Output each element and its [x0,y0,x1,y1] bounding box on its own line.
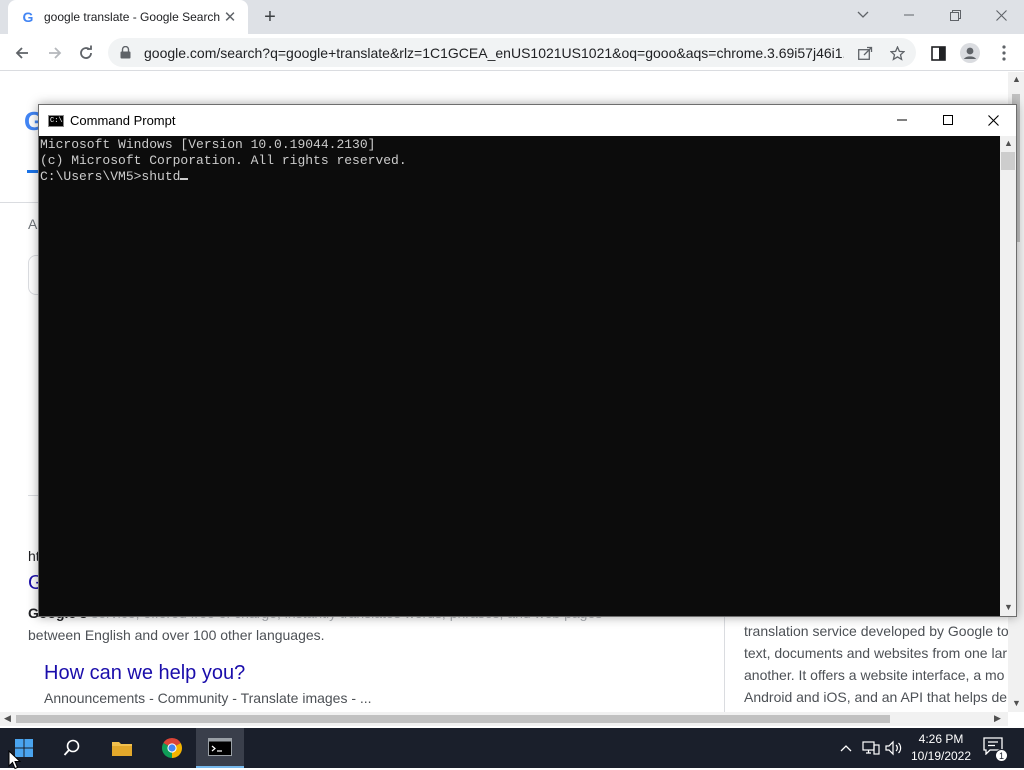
close-icon [987,114,999,126]
console-line: Microsoft Windows [Version 10.0.19044.21… [40,137,376,152]
cmd-minimize-button[interactable] [879,105,925,135]
browser-tab-bar: G google translate - Google Search ✕ + [0,0,1024,34]
search-icon [63,739,80,756]
bookmark-star-icon[interactable] [888,44,906,62]
cmd-title-bar[interactable]: C:\ Command Prompt [39,105,1016,136]
side-panel-icon [930,45,946,61]
kp-line: another. It offers a website interface, … [744,667,1005,683]
scroll-up-arrow-icon[interactable]: ▲ [1012,74,1021,84]
tab-title: google translate - Google Search [44,10,221,24]
mouse-pointer-icon [8,750,22,770]
network-icon[interactable] [860,738,882,758]
profile-button[interactable] [956,39,984,67]
result-stats-fragment: A [28,216,38,232]
browser-minimize-button[interactable] [886,0,932,30]
maximize-icon [943,115,953,125]
browser-tab[interactable]: G google translate - Google Search ✕ [8,0,248,34]
tab-close-icon[interactable]: ✕ [222,9,238,26]
console-input[interactable]: shutd [141,169,180,184]
knowledge-panel-text: translation service developed by Google … [744,620,1008,708]
browser-close-button[interactable] [978,0,1024,30]
translate-widget-edge [28,255,38,295]
file-explorer-button[interactable] [98,728,146,768]
sitelink-how-can-we-help[interactable]: How can we help you? [44,662,245,685]
reload-icon [80,45,92,59]
command-prompt-icon: C:\ [48,114,64,127]
sitelink-description: Announcements - Community - Translate im… [44,690,372,706]
cmd-scroll-up-arrow-icon[interactable]: ▲ [1004,138,1013,148]
tab-search-chevron-icon[interactable] [840,0,886,30]
clock-date: 10/19/2022 [910,749,972,763]
reload-button[interactable] [72,39,100,67]
divider [28,495,38,496]
result-desc-line2: between English and over 100 other langu… [28,627,325,643]
kp-line: text, documents and websites from one la… [744,645,1008,661]
side-panel-button[interactable] [924,39,952,67]
chrome-taskbar-button[interactable] [148,728,196,768]
system-clock[interactable]: 4:26 PM 10/19/2022 [906,731,976,765]
cmd-scroll-down-arrow-icon[interactable]: ▼ [1004,602,1013,612]
cmd-close-button[interactable] [970,105,1016,135]
file-explorer-icon [112,742,132,756]
windows-taskbar: 4:26 PM 10/19/2022 1 [0,728,1024,768]
browser-toolbar: google.com/search?q=google+translate&rlz… [0,34,1024,71]
lock-icon[interactable] [118,46,132,60]
chevron-up-icon [840,745,852,752]
profile-avatar-icon [960,43,980,63]
volume-icon[interactable] [884,738,904,758]
url-text: google.com/search?q=google+translate&rlz… [144,44,844,61]
scroll-left-arrow-icon[interactable]: ◀ [4,713,11,724]
address-bar[interactable]: google.com/search?q=google+translate&rlz… [108,38,916,67]
new-tab-button[interactable]: + [258,5,282,29]
arrow-right-icon [49,47,62,59]
show-hidden-icons-button[interactable] [838,738,854,758]
clock-time: 4:26 PM [918,732,964,746]
forward-button[interactable] [41,39,69,67]
page-horizontal-scrollbar[interactable]: ◀ ▶ [0,712,1008,726]
share-icon[interactable] [856,44,874,62]
console-line: (c) Microsoft Corporation. All rights re… [40,153,407,168]
terminal-icon [208,738,232,756]
cmd-window-title: Command Prompt [70,113,176,128]
divider [0,202,38,203]
console-prompt: C:\Users\VM5> [40,169,142,184]
cmd-maximize-button[interactable] [925,105,971,135]
kp-line: Android and iOS, and an API that helps d… [744,689,1008,705]
back-button[interactable] [8,39,36,67]
kebab-menu-icon [1002,45,1006,61]
console-output[interactable]: Microsoft Windows [Version 10.0.19044.21… [40,137,998,615]
command-prompt-taskbar-button[interactable] [196,728,244,768]
browser-restore-button[interactable] [932,0,978,30]
console-prompt-line[interactable]: C:\Users\VM5>shutd [40,169,998,185]
minimize-icon [897,119,907,121]
chrome-icon [162,738,182,758]
scroll-down-arrow-icon[interactable]: ▼ [1012,698,1021,708]
google-favicon-icon: G [22,9,34,25]
chrome-menu-button[interactable] [990,39,1018,67]
page-hscrollbar-thumb[interactable] [16,715,890,723]
cmd-scrollbar-thumb[interactable] [1001,152,1015,170]
text-cursor [180,178,189,180]
kp-line: translation service developed by Google … [744,623,1008,639]
notification-count-badge: 1 [995,749,1008,762]
taskbar-search-button[interactable] [48,728,96,768]
cmd-scrollbar[interactable]: ▲ ▼ [1000,136,1016,616]
scroll-right-arrow-icon[interactable]: ▶ [994,713,1001,724]
arrow-left-icon [15,47,28,59]
command-prompt-window[interactable]: C:\ Command Prompt Microsoft Windows [Ve… [38,104,1017,617]
